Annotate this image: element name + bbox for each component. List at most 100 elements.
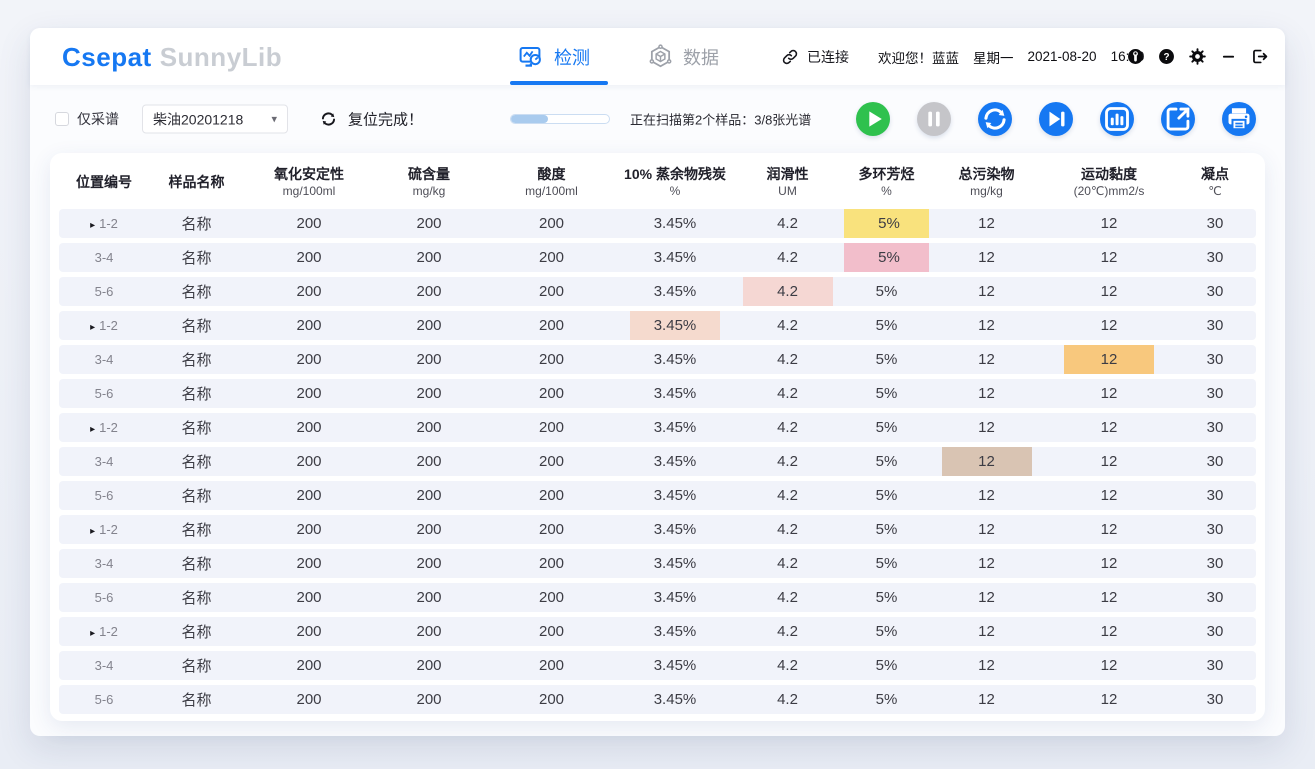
table-row[interactable]: ▸1-2名称2002002003.45%4.25%121230 (59, 617, 1256, 646)
results-table-body: ▸1-2名称2002002003.45%4.25%1212303-4名称2002… (59, 209, 1256, 714)
chart-button[interactable] (1100, 102, 1134, 136)
table-row[interactable]: 5-6名称2002002003.45%4.25%121230 (59, 277, 1256, 306)
table-row[interactable]: ▸1-2名称2002002003.45%4.25%121230 (59, 311, 1256, 340)
column-header: 润滑性UM (731, 160, 844, 204)
value-cell: 名称 (149, 651, 244, 680)
position-cell: ▸1-2 (59, 209, 149, 238)
value-cell: 200 (244, 447, 374, 476)
value-cell: 3.45% (619, 379, 731, 408)
sample-select[interactable]: 柴油20201218 ▾ (142, 105, 288, 134)
value-cell: 200 (484, 413, 619, 442)
value-cell: 3.45% (619, 515, 731, 544)
table-row[interactable]: ▸1-2名称2002002003.45%4.25%121230 (59, 515, 1256, 544)
export-icon (1161, 102, 1195, 136)
table-row[interactable]: 3-4名称2002002003.45%4.25%121230 (59, 651, 1256, 680)
table-row[interactable]: ▸1-2名称2002002003.45%4.25%121230 (59, 413, 1256, 442)
value-cell: 名称 (149, 515, 244, 544)
expand-arrow-icon[interactable]: ▸ (90, 526, 95, 537)
value-cell: 4.2 (731, 209, 844, 238)
position-cell: 3-4 (59, 651, 149, 680)
expand-arrow-icon[interactable]: ▸ (90, 322, 95, 333)
value-cell: 200 (484, 549, 619, 578)
value-cell: 30 (1174, 277, 1256, 306)
highlighted-value: 5% (844, 209, 934, 238)
position-cell: 3-4 (59, 243, 149, 272)
spectrum-only-checkbox[interactable] (55, 112, 69, 126)
column-header: 样品名称 (149, 160, 244, 204)
value-cell: 30 (1174, 685, 1256, 714)
skip-next-icon (1039, 102, 1073, 136)
position-cell: 5-6 (59, 379, 149, 408)
position-label: 1-2 (99, 318, 118, 333)
value-cell: 200 (244, 277, 374, 306)
tab-data[interactable]: 数据 (648, 28, 719, 85)
settings-icon[interactable] (1188, 47, 1207, 66)
table-row[interactable]: 3-4名称2002002003.45%4.25%121230 (59, 447, 1256, 476)
skip-button[interactable] (1039, 102, 1073, 136)
cube-hexagon-icon (648, 44, 673, 69)
minimize-icon[interactable] (1219, 47, 1238, 66)
table-row[interactable]: 5-6名称2002002003.45%4.25%121230 (59, 379, 1256, 408)
value-cell: 5% (844, 379, 929, 408)
column-header: 硫含量mg/kg (374, 160, 484, 204)
value-cell: 12 (1044, 209, 1174, 238)
wrench-icon[interactable] (1126, 47, 1145, 66)
sample-select-value: 柴油20201218 (153, 109, 243, 129)
table-row[interactable]: 5-6名称2002002003.45%4.25%121230 (59, 481, 1256, 510)
value-cell: 200 (484, 345, 619, 374)
value-cell: 5% (844, 311, 929, 340)
value-cell: 12 (929, 311, 1044, 340)
position-label: 1-2 (99, 624, 118, 639)
expand-arrow-icon[interactable]: ▸ (90, 424, 95, 435)
value-cell: 200 (374, 243, 484, 272)
expand-arrow-icon[interactable]: ▸ (90, 628, 95, 639)
value-cell: 12 (1044, 345, 1174, 374)
highlighted-value: 12 (1064, 345, 1154, 374)
control-toolbar: 仅采谱 柴油20201218 ▾ 复位完成！ 正在扫描第2个样品：3/8张光谱 (30, 85, 1285, 153)
highlighted-value: 3.45% (630, 311, 720, 340)
value-cell: 名称 (149, 243, 244, 272)
scan-status-text: 正在扫描第2个样品：3/8张光谱 (630, 110, 811, 129)
position-cell: 3-4 (59, 447, 149, 476)
value-cell: 名称 (149, 549, 244, 578)
table-row[interactable]: 3-4名称2002002003.45%4.25%121230 (59, 243, 1256, 272)
highlighted-value: 12 (942, 447, 1032, 476)
position-label: 3-4 (95, 556, 114, 571)
value-cell: 4.2 (731, 651, 844, 680)
value-cell: 30 (1174, 515, 1256, 544)
expand-arrow-icon[interactable]: ▸ (90, 220, 95, 231)
value-cell: 12 (1044, 481, 1174, 510)
reset-icon[interactable] (318, 109, 339, 130)
value-cell: 4.2 (731, 345, 844, 374)
position-label: 5-6 (95, 488, 114, 503)
table-row[interactable]: 3-4名称2002002003.45%4.25%121230 (59, 549, 1256, 578)
table-row[interactable]: ▸1-2名称2002002003.45%4.25%121230 (59, 209, 1256, 238)
tab-detection[interactable]: 检测 (518, 28, 590, 85)
position-cell: ▸1-2 (59, 413, 149, 442)
value-cell: 名称 (149, 311, 244, 340)
value-cell: 12 (929, 685, 1044, 714)
pause-button[interactable] (917, 102, 951, 136)
column-header: 酸度mg/100ml (484, 160, 619, 204)
column-header: 氧化安定性mg/100ml (244, 160, 374, 204)
print-button[interactable] (1222, 102, 1256, 136)
position-label: 3-4 (95, 352, 114, 367)
column-header: 多环芳烃% (844, 160, 929, 204)
value-cell: 200 (244, 515, 374, 544)
value-cell: 30 (1174, 549, 1256, 578)
value-cell: 5% (844, 685, 929, 714)
logout-icon[interactable] (1250, 47, 1269, 66)
table-row[interactable]: 3-4名称2002002003.45%4.25%121230 (59, 345, 1256, 374)
value-cell: 200 (484, 515, 619, 544)
export-button[interactable] (1161, 102, 1195, 136)
column-header: 凝点℃ (1174, 160, 1256, 204)
start-button[interactable] (856, 102, 890, 136)
value-cell: 名称 (149, 209, 244, 238)
table-row[interactable]: 5-6名称2002002003.45%4.25%121230 (59, 685, 1256, 714)
value-cell: 3.45% (619, 481, 731, 510)
value-cell: 200 (484, 447, 619, 476)
position-cell: ▸ 1-2 (59, 311, 149, 340)
rescan-button[interactable] (978, 102, 1012, 136)
help-icon[interactable]: ? (1157, 47, 1176, 66)
table-row[interactable]: 5-6名称2002002003.45%4.25%121230 (59, 583, 1256, 612)
